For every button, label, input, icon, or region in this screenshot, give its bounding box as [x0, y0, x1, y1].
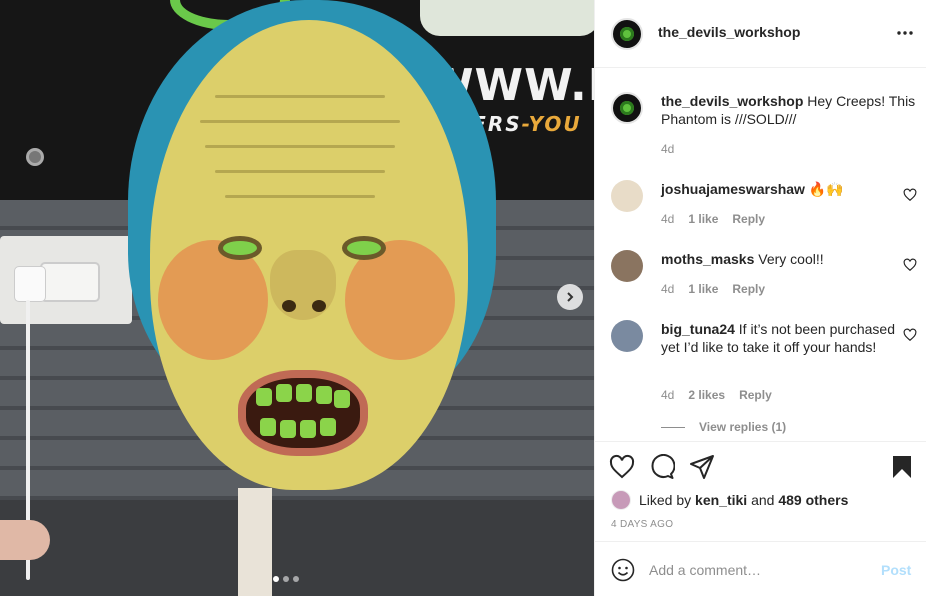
caption-username[interactable]: the_devils_workshop	[661, 93, 803, 109]
like-button[interactable]	[609, 454, 635, 480]
bookmark-icon	[893, 456, 911, 478]
like-comment-button[interactable]	[903, 258, 917, 272]
comment-username[interactable]: big_tuna24	[661, 321, 735, 337]
like-comment-button[interactable]	[903, 328, 917, 342]
emoji-button[interactable]	[611, 558, 635, 582]
mask-right-eye	[342, 236, 386, 260]
post-timestamp[interactable]: 4 DAYS AGO	[611, 519, 673, 530]
share-icon	[690, 455, 714, 479]
reply-button[interactable]: Reply	[732, 212, 765, 226]
like-comment-button[interactable]	[903, 188, 917, 202]
liked-by: Liked by ken_tiki and 489 others	[611, 490, 848, 510]
reply-button[interactable]: Reply	[732, 282, 765, 296]
comment: joshuajameswarshaw 🔥🙌	[661, 180, 901, 198]
add-comment-bar: Post	[595, 541, 926, 596]
heart-icon	[903, 188, 917, 202]
liked-by-user[interactable]: ken_tiki	[695, 492, 747, 508]
mask-nose	[270, 250, 336, 320]
mask-stand	[238, 488, 272, 596]
comment-likes[interactable]: 1 like	[688, 282, 718, 296]
reply-button[interactable]: Reply	[739, 388, 772, 402]
carousel-dot[interactable]	[293, 576, 299, 582]
comment-likes[interactable]: 2 likes	[688, 388, 725, 402]
comment-input[interactable]	[649, 558, 869, 582]
next-photo-button[interactable]	[557, 284, 583, 310]
avatar[interactable]	[611, 18, 643, 50]
comment-button[interactable]	[649, 454, 676, 480]
avatar[interactable]	[611, 250, 643, 282]
banner-grommet	[26, 148, 44, 166]
post-side-panel: the_devils_workshop the_devils_workshop …	[594, 0, 926, 596]
mask-mouth	[238, 370, 368, 456]
emoji-icon	[611, 558, 635, 582]
post-header: the_devils_workshop	[595, 0, 926, 68]
post-photo[interactable]: WWW.DEV CKERS-YOU	[0, 0, 594, 596]
carousel-dot[interactable]	[283, 576, 289, 582]
instagram-post-view: WWW.DEV CKERS-YOU	[0, 0, 926, 596]
comment-age: 4d	[661, 388, 675, 402]
more-icon	[897, 31, 913, 35]
post-comment-button[interactable]: Post	[881, 562, 911, 578]
heart-icon	[609, 454, 635, 479]
heart-icon	[903, 328, 917, 342]
avatar[interactable]	[611, 490, 631, 510]
hand	[0, 520, 50, 560]
avatar[interactable]	[611, 92, 643, 124]
comment: big_tuna24 If it’s not been purchased ye…	[661, 320, 901, 356]
post-caption: the_devils_workshop Hey Creeps! This Pha…	[661, 92, 919, 128]
chevron-right-icon	[567, 292, 574, 302]
avatar[interactable]	[611, 180, 643, 212]
comment-text: 🔥🙌	[808, 181, 844, 197]
comment-age: 4d	[661, 212, 675, 226]
comment-text: Very cool!!	[758, 251, 824, 267]
comment: moths_masks Very cool!!	[661, 250, 901, 268]
heart-icon	[903, 258, 917, 272]
bookmark-button[interactable]	[889, 454, 915, 480]
carousel-dot[interactable]	[273, 576, 279, 582]
view-replies-button[interactable]: View replies (1)	[661, 420, 786, 434]
post-username[interactable]: the_devils_workshop	[658, 24, 800, 40]
caption-age: 4d	[661, 142, 675, 156]
comment-username[interactable]: moths_masks	[661, 251, 754, 267]
comment-icon	[651, 454, 676, 479]
more-options-button[interactable]	[893, 22, 917, 44]
phone-charger	[14, 266, 46, 302]
comment-age: 4d	[661, 282, 675, 296]
mask-left-eye	[218, 236, 262, 260]
carousel-dots	[273, 576, 299, 582]
comment-username[interactable]: joshuajameswarshaw	[661, 181, 805, 197]
share-button[interactable]	[689, 454, 715, 480]
likes-count[interactable]: 489 others	[778, 492, 848, 508]
avatar[interactable]	[611, 320, 643, 352]
comment-likes[interactable]: 1 like	[688, 212, 718, 226]
post-actions: Liked by ken_tiki and 489 others 4 DAYS …	[595, 441, 926, 541]
